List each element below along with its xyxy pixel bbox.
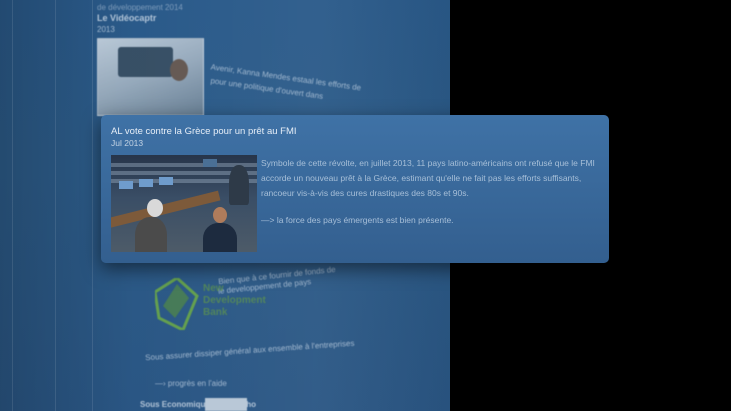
background-text-line: 2013	[97, 25, 115, 34]
event-title: AL vote contre la Grèce pour un prêt au …	[111, 126, 297, 137]
event-date: Jul 2013	[111, 138, 144, 148]
event-description: Symbole de cette révolte, en juillet 201…	[261, 158, 595, 198]
timeline-gridline	[12, 0, 13, 411]
timeline-gridline	[92, 0, 93, 411]
background-thumbnail[interactable]	[97, 38, 204, 116]
event-photo	[111, 155, 257, 252]
new-development-bank-logo	[155, 278, 199, 330]
logo-wordmark: New Development Bank	[203, 283, 266, 318]
event-conclusion: —> la force des pays émergents est bien …	[261, 215, 454, 225]
background-text-line: —› progrès en l'aide	[155, 379, 227, 388]
background-text-line: de développement 2014	[97, 3, 183, 12]
event-card[interactable]: AL vote contre la Grèce pour un prêt au …	[101, 115, 609, 263]
background-text-line: Sous assurer dissiper général aux ensemb…	[144, 338, 355, 363]
background-section-title: Le Vidéocaptr	[97, 13, 157, 23]
timeline-gridline	[55, 0, 56, 411]
background-thumbnail[interactable]	[205, 398, 247, 411]
